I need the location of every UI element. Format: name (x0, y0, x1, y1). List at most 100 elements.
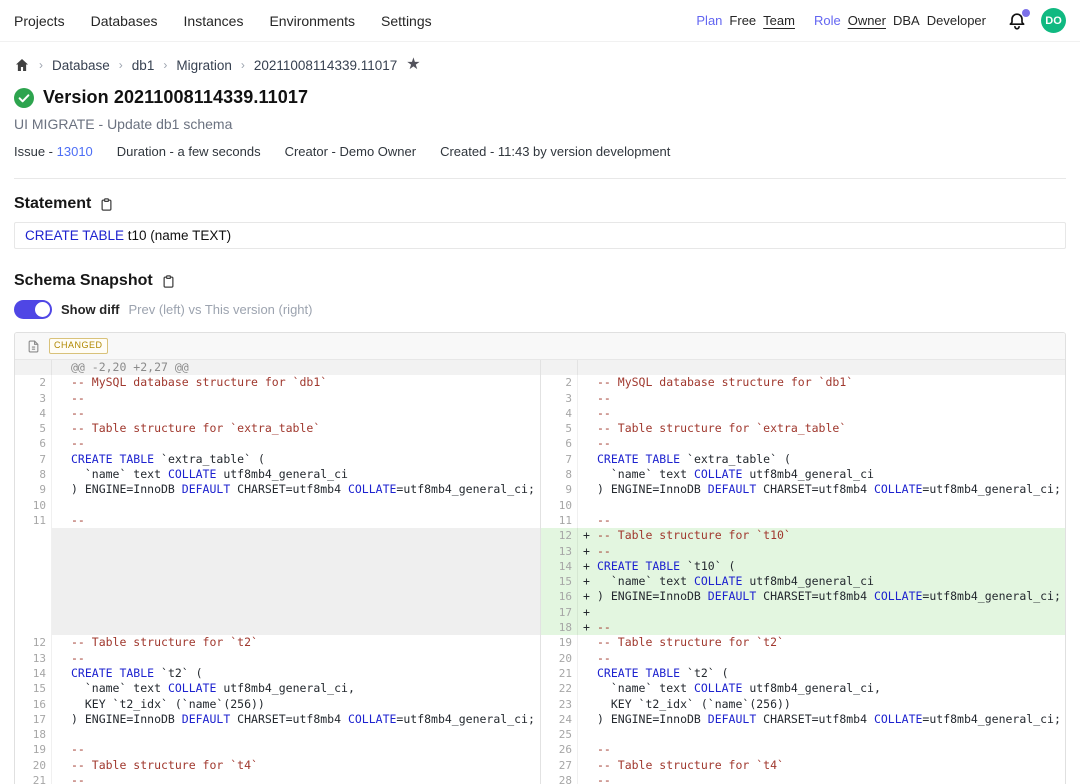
diff-row: 13-- (15, 651, 540, 666)
line-number (15, 528, 52, 543)
nav-projects[interactable]: Projects (14, 13, 65, 29)
role-dba[interactable]: DBA (893, 13, 920, 28)
notification-dot (1022, 9, 1030, 17)
snapshot-section-header: Schema Snapshot (14, 272, 1066, 290)
line-number: 3 (541, 391, 578, 406)
line-number: 9 (541, 482, 578, 497)
line-code: -- Table structure for `t2` (578, 635, 1065, 650)
diff-row: 11-- (541, 513, 1065, 528)
diff-row: 6-- (541, 436, 1065, 451)
breadcrumb-separator: › (39, 58, 43, 72)
diff-row: 8 `name` text COLLATE utf8mb4_general_ci (15, 467, 540, 482)
line-number: 10 (15, 498, 52, 513)
line-code (52, 498, 540, 513)
home-icon[interactable] (14, 57, 30, 73)
role-switcher: Role Owner DBA Developer (814, 13, 993, 28)
line-code: CREATE TABLE `t2` ( (52, 666, 540, 681)
breadcrumb-separator: › (163, 58, 167, 72)
avatar[interactable]: DO (1041, 8, 1066, 33)
notification-bell-button[interactable] (1007, 10, 1029, 32)
show-diff-hint: Prev (left) vs This version (right) (129, 302, 313, 317)
line-number: 17 (15, 712, 52, 727)
diff-gap-row (15, 605, 540, 620)
nav-instances[interactable]: Instances (184, 13, 244, 29)
role-developer[interactable]: Developer (927, 13, 986, 28)
show-diff-toggle[interactable] (14, 300, 52, 319)
line-code: -- (52, 436, 540, 451)
line-number: 8 (541, 467, 578, 482)
diff-row: 25 (541, 727, 1065, 742)
line-number: 2 (15, 375, 52, 390)
diff-row: 18+-- (541, 620, 1065, 635)
role-owner[interactable]: Owner (848, 13, 886, 28)
diff-body: @@ -2,20 +2,27 @@2-- MySQL database stru… (15, 360, 1065, 784)
diff-row: 11-- (15, 513, 540, 528)
diff-gap-row (15, 559, 540, 574)
line-code (578, 498, 1065, 513)
line-code: +-- Table structure for `t10` (578, 528, 1065, 543)
line-number: 2 (541, 375, 578, 390)
line-code: -- Table structure for `t4` (52, 758, 540, 773)
file-icon (27, 339, 40, 354)
success-check-icon (14, 88, 34, 108)
line-number: 18 (541, 620, 578, 635)
diff-gap-row (15, 544, 540, 559)
breadcrumb-database[interactable]: Database (52, 58, 110, 73)
line-number (15, 605, 52, 620)
nav-environments[interactable]: Environments (269, 13, 355, 29)
breadcrumb-db1[interactable]: db1 (132, 58, 155, 73)
diff-row: 16+) ENGINE=InnoDB DEFAULT CHARSET=utf8m… (541, 589, 1065, 604)
plan-team[interactable]: Team (763, 13, 795, 28)
line-code: -- (578, 651, 1065, 666)
diff-row: 7CREATE TABLE `extra_table` ( (541, 452, 1065, 467)
line-number: 5 (15, 421, 52, 436)
diff-row: 15+ `name` text COLLATE utf8mb4_general_… (541, 574, 1065, 589)
line-number: 9 (15, 482, 52, 497)
diff-gap-row (15, 528, 540, 543)
diff-row: 17) ENGINE=InnoDB DEFAULT CHARSET=utf8mb… (15, 712, 540, 727)
line-code: ) ENGINE=InnoDB DEFAULT CHARSET=utf8mb4 … (52, 712, 540, 727)
line-code (52, 727, 540, 742)
line-code (578, 727, 1065, 742)
nav-account-area: Plan Free Team Role Owner DBA Developer … (684, 8, 1066, 33)
diff-row: 21-- (15, 773, 540, 784)
line-code: CREATE TABLE `t2` ( (578, 666, 1065, 681)
sql-keyword: CREATE TABLE (25, 228, 124, 243)
statement-sql: CREATE TABLE t10 (name TEXT) (14, 222, 1066, 249)
line-number: 20 (541, 651, 578, 666)
line-code (52, 559, 540, 574)
copy-statement-button[interactable] (99, 197, 114, 212)
line-number: 7 (15, 452, 52, 467)
nav-databases[interactable]: Databases (91, 13, 158, 29)
line-code (52, 620, 540, 635)
line-code: -- MySQL database structure for `db1` (52, 375, 540, 390)
main-nav: Projects Databases Instances Environment… (14, 13, 432, 29)
breadcrumb-migration[interactable]: Migration (176, 58, 232, 73)
meta-creator: Creator - Demo Owner (285, 144, 416, 159)
line-number: 19 (541, 635, 578, 650)
star-icon[interactable]: ★ (406, 57, 420, 73)
line-number: 28 (541, 773, 578, 784)
line-number: 25 (541, 727, 578, 742)
nav-settings[interactable]: Settings (381, 13, 432, 29)
issue-link[interactable]: 13010 (57, 144, 93, 159)
line-number: 7 (541, 452, 578, 467)
breadcrumb-version[interactable]: 20211008114339.11017 (254, 58, 397, 73)
copy-snapshot-button[interactable] (161, 274, 176, 289)
diff-row: 3-- (15, 391, 540, 406)
line-code: +CREATE TABLE `t10` ( (578, 559, 1065, 574)
line-number: 17 (541, 605, 578, 620)
line-number: 4 (541, 406, 578, 421)
line-code: ) ENGINE=InnoDB DEFAULT CHARSET=utf8mb4 … (578, 482, 1065, 497)
diff-gap-row (15, 589, 540, 604)
diff-row: 8 `name` text COLLATE utf8mb4_general_ci (541, 467, 1065, 482)
diff-row: 6-- (15, 436, 540, 451)
diff-row: 14+CREATE TABLE `t10` ( (541, 559, 1065, 574)
line-code: +) ENGINE=InnoDB DEFAULT CHARSET=utf8mb4… (578, 589, 1065, 604)
toggle-knob (35, 302, 50, 317)
diff-pane-current: 2-- MySQL database structure for `db1`3-… (540, 360, 1065, 784)
line-code: -- (578, 391, 1065, 406)
page-title: Version 20211008114339.11017 (43, 87, 308, 108)
line-number: 12 (541, 528, 578, 543)
plan-free[interactable]: Free (729, 13, 756, 28)
